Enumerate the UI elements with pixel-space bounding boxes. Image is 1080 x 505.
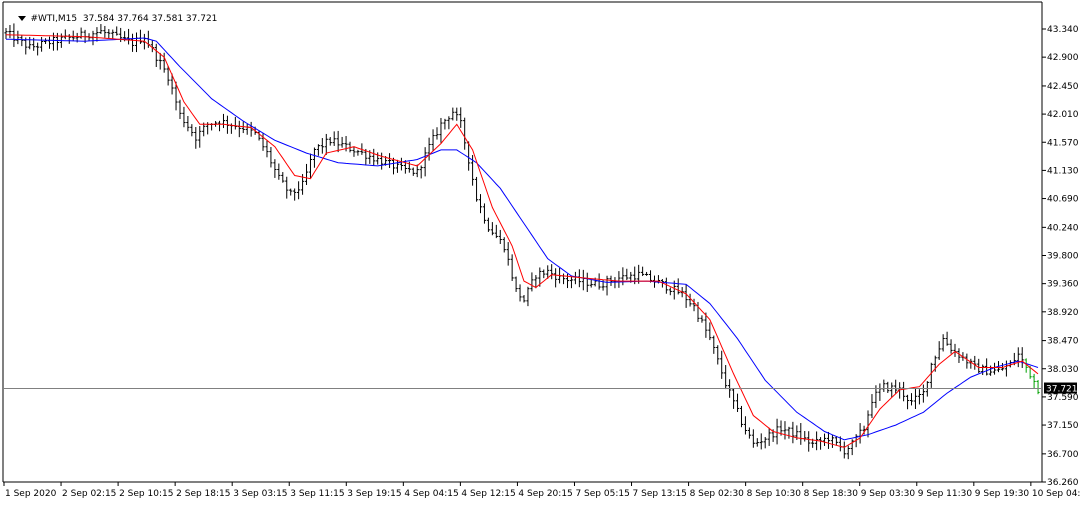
x-tick-label: 8 Sep 18:30 — [804, 489, 859, 499]
x-tick-label: 2 Sep 02:15 — [62, 489, 116, 499]
y-tick-label: 41.570 — [1047, 138, 1079, 148]
x-tick-label: 7 Sep 05:15 — [575, 489, 629, 499]
chart-canvas[interactable]: 43.340 42.900 42.450 42.010 41.570 41.130 40.6… — [0, 0, 1080, 505]
y-tick-label: 38.030 — [1047, 365, 1079, 375]
x-axis-ticks: 1 Sep 2020 2 Sep 02:15 2 Sep 10:15 2 Sep 18… — [3, 482, 1080, 499]
x-tick-label: 9 Sep 11:30 — [918, 489, 973, 499]
ohlc-bars — [4, 23, 1040, 460]
x-tick-label: 8 Sep 02:30 — [690, 489, 745, 499]
y-tick-label: 36.260 — [1047, 478, 1079, 488]
x-tick-label: 9 Sep 03:30 — [861, 489, 916, 499]
ma-slow-line — [5, 37, 1039, 441]
y-tick-label: 42.010 — [1047, 110, 1079, 120]
y-axis-ticks: 43.340 42.900 42.450 42.010 41.570 41.130 40.6… — [1042, 25, 1079, 488]
x-tick-label: 3 Sep 11:15 — [290, 489, 344, 499]
moving-averages — [5, 34, 1039, 448]
axes — [2, 1, 1043, 483]
y-tick-label: 38.920 — [1047, 308, 1079, 318]
y-tick-label: 39.800 — [1047, 252, 1079, 262]
y-tick-label: 40.240 — [1047, 223, 1079, 233]
symbol-label: #WTI,M15 — [30, 14, 78, 24]
ohlc-readout: 37.584 37.764 37.581 37.721 — [82, 14, 218, 24]
x-tick-label: 2 Sep 10:15 — [119, 489, 173, 499]
x-tick-label: 2 Sep 18:15 — [176, 489, 230, 499]
x-tick-label: 1 Sep 2020 — [5, 489, 57, 499]
y-tick-label: 43.340 — [1047, 25, 1079, 35]
x-tick-label: 7 Sep 13:15 — [633, 489, 687, 499]
price-tag-label: 37.721 — [1046, 385, 1078, 395]
x-tick-label: 4 Sep 12:15 — [461, 489, 515, 499]
x-tick-label: 4 Sep 20:15 — [518, 489, 572, 499]
x-tick-label: 10 Sep 04:30 — [1032, 489, 1080, 499]
x-tick-label: 4 Sep 04:15 — [404, 489, 458, 499]
current-price-marker: 37.721 — [3, 382, 1078, 395]
dropdown-triangle-icon[interactable] — [18, 16, 27, 21]
y-tick-label: 40.690 — [1047, 195, 1079, 205]
x-tick-label: 9 Sep 19:30 — [975, 489, 1030, 499]
ma-fast-line — [5, 34, 1039, 448]
x-tick-label: 3 Sep 03:15 — [233, 489, 287, 499]
y-tick-label: 36.700 — [1047, 450, 1079, 460]
y-tick-label: 38.470 — [1047, 337, 1079, 347]
y-tick-label: 39.360 — [1047, 280, 1079, 290]
x-tick-label: 8 Sep 10:30 — [747, 489, 802, 499]
y-tick-label: 41.130 — [1047, 166, 1079, 176]
y-tick-label: 42.900 — [1047, 53, 1079, 63]
y-tick-label: 37.150 — [1047, 421, 1079, 431]
x-tick-label: 3 Sep 19:15 — [347, 489, 401, 499]
chart-root: 43.340 42.900 42.450 42.010 41.570 41.130 40.6… — [0, 0, 1080, 505]
chart-header: #WTI,M15 37.584 37.764 37.581 37.721 — [7, 4, 217, 34]
y-tick-label: 42.450 — [1047, 82, 1079, 92]
